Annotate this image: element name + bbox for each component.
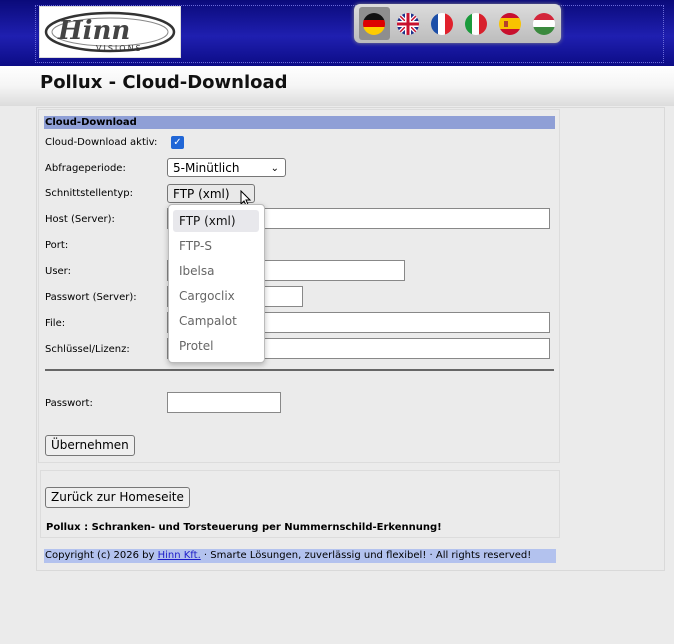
section-title: Cloud-Download [44,116,555,129]
password-input[interactable] [167,392,281,413]
back-home-button[interactable]: Zurück zur Homeseite [45,487,190,508]
france-flag-icon[interactable] [431,13,453,35]
user-label: User: [45,266,71,277]
dropdown-option[interactable]: Cargoclix [173,285,259,307]
host-label: Host (Server): [45,214,115,225]
active-checkbox[interactable]: ✓ [171,136,184,149]
dropdown-option[interactable]: FTP (xml) [173,210,259,232]
dropdown-option[interactable]: Ibelsa [173,260,259,282]
interface-dropdown-menu: FTP (xml) FTP-S Ibelsa Cargoclix Campalo… [168,204,265,363]
active-label: Cloud-Download aktiv: [45,137,158,148]
password-label: Passwort: [45,398,93,409]
dropdown-option[interactable]: Campalot [173,310,259,332]
file-label: File: [45,318,66,329]
tagline: Pollux : Schranken- und Torsteuerung per… [46,522,442,533]
server-password-label: Passwort (Server): [45,292,137,303]
period-select-value: 5-Minütlich [173,161,240,175]
dropdown-option[interactable]: FTP-S [173,235,259,257]
spain-flag-icon[interactable] [499,13,521,35]
interface-select-value: FTP (xml) [173,187,230,201]
interface-label: Schnittstellentyp: [45,188,134,199]
key-label: Schlüssel/Lizenz: [45,344,130,355]
port-label: Port: [45,240,69,251]
logo-subtext: VISIONS [96,44,143,53]
footer-prefix: Copyright (c) 2026 by [45,550,158,561]
footer: Copyright (c) 2026 by Hinn Kft. · Smarte… [44,549,556,563]
hinn-logo-icon: Hinn VISIONS [44,11,176,53]
apply-button[interactable]: Übernehmen [45,435,135,456]
hungary-flag-icon[interactable] [533,13,555,35]
german-flag-icon[interactable] [363,13,385,35]
italy-flag-icon[interactable] [465,13,487,35]
uk-flag-icon[interactable] [397,13,419,35]
footer-suffix: · Smarte Lösungen, zuverlässig und flexi… [200,550,532,561]
dropdown-option[interactable]: Protel [173,335,259,357]
divider [45,369,554,371]
logo-text: Hinn [57,16,130,46]
company-link[interactable]: Hinn Kft. [158,550,201,561]
chevron-down-icon: ⌄ [270,163,279,174]
company-logo[interactable]: Hinn VISIONS [39,6,181,58]
page-title: Pollux - Cloud-Download [40,72,288,93]
language-switcher [354,4,561,43]
period-select[interactable]: 5-Minütlich ⌄ [167,158,286,177]
period-label: Abfrageperiode: [45,163,126,174]
